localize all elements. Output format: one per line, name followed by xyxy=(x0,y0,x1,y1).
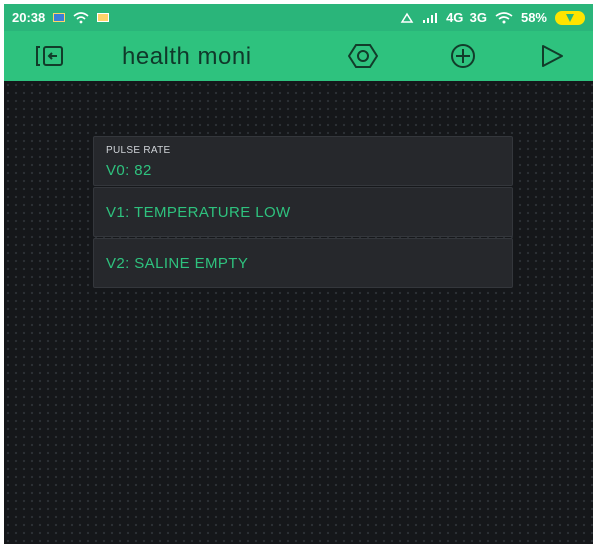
temperature-widget[interactable]: V1: TEMPERATURE LOW xyxy=(93,187,513,237)
widget-value: V2: SALINE EMPTY xyxy=(106,255,249,272)
phone-screen: 20:38 4G 3G 58% health moni PULSE RATE V… xyxy=(4,4,593,544)
wifi-icon xyxy=(495,11,513,24)
project-title: health moni xyxy=(122,43,252,70)
battery-percent: 58% xyxy=(520,10,547,25)
data-saver-icon xyxy=(400,12,414,24)
saline-widget[interactable]: V2: SALINE EMPTY xyxy=(93,238,513,288)
add-widget-icon[interactable] xyxy=(447,40,479,72)
battery-icon xyxy=(555,10,585,25)
message-notification-icon xyxy=(97,13,110,22)
gallery-notification-icon xyxy=(53,13,66,22)
widget-label: PULSE RATE xyxy=(106,145,171,156)
play-icon[interactable] xyxy=(536,40,568,72)
status-left: 20:38 xyxy=(12,10,110,25)
hotspot-icon xyxy=(73,11,89,24)
widget-value: V1: TEMPERATURE LOW xyxy=(106,204,291,221)
settings-nut-icon[interactable] xyxy=(347,40,379,72)
status-bar: 20:38 4G 3G 58% xyxy=(4,4,593,31)
signal-icon xyxy=(422,12,438,24)
app-bar: health moni xyxy=(4,31,593,81)
pulse-rate-widget[interactable]: PULSE RATE V0: 82 xyxy=(93,136,513,186)
widget-value: V0: 82 xyxy=(106,162,152,179)
status-right: 4G 3G 58% xyxy=(400,10,585,25)
network-type: 4G 3G xyxy=(446,10,487,25)
status-time: 20:38 xyxy=(12,10,46,25)
back-to-projects-icon[interactable] xyxy=(34,40,66,72)
